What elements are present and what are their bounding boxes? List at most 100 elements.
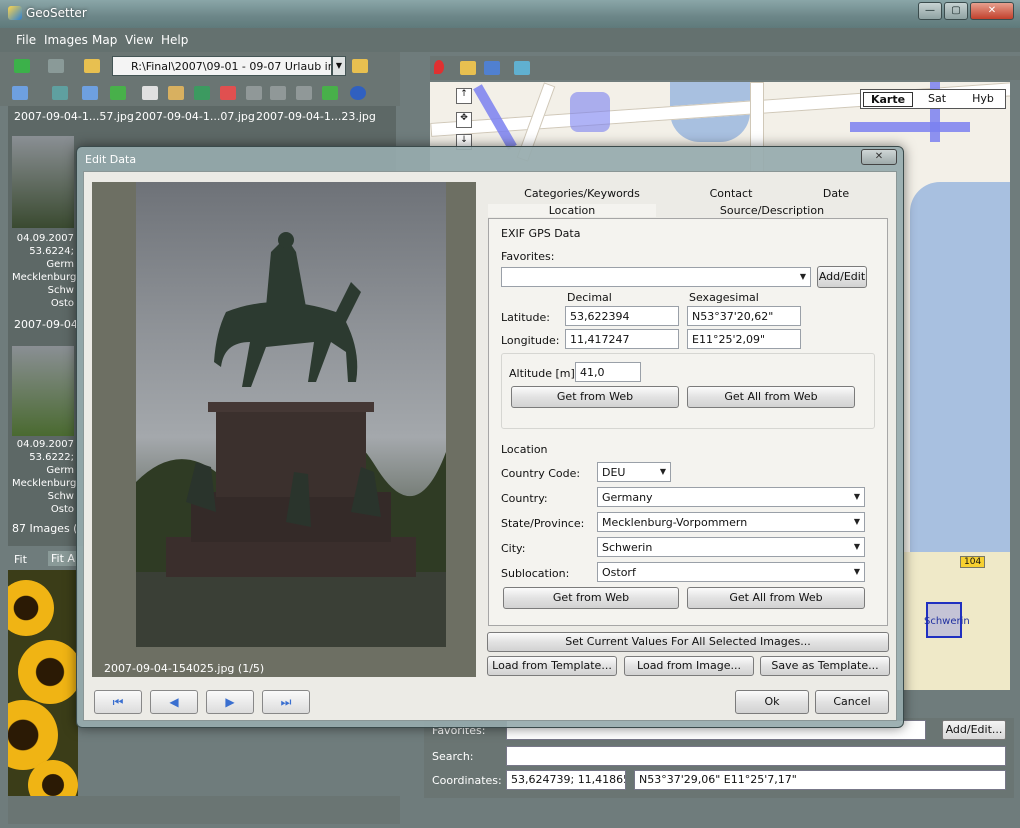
latitude-sexagesimal-field[interactable]: N53°37'20,62" xyxy=(687,306,801,326)
longitude-sexagesimal-field[interactable]: E11°25'2,09" xyxy=(687,329,801,349)
coordinates-decimal-field[interactable]: 53,624739; 11,418657 xyxy=(506,770,626,790)
menu-view[interactable]: View xyxy=(125,33,153,47)
latitude-label: Latitude: xyxy=(501,311,550,324)
city-select[interactable]: Schwerin xyxy=(597,537,865,557)
cancel-button[interactable]: Cancel xyxy=(815,690,889,714)
previous-image-button[interactable]: ◀ xyxy=(150,690,198,714)
globe-icon[interactable] xyxy=(194,86,210,100)
thumbnail-name[interactable]: 2007-09-04-1...57.jpg xyxy=(14,110,134,123)
left-status-area xyxy=(8,796,400,824)
edit-icon[interactable] xyxy=(168,86,184,100)
sexagesimal-header: Sexagesimal xyxy=(689,291,759,304)
altitude-field[interactable]: 41,0 xyxy=(575,362,641,382)
fit-button[interactable]: Fit xyxy=(14,553,27,566)
sublocation-select[interactable]: Ostorf xyxy=(597,562,865,582)
tree-icon[interactable] xyxy=(322,86,338,100)
tab-location[interactable]: Location xyxy=(488,204,656,217)
last-image-button[interactable]: ⏭ xyxy=(262,690,310,714)
decimal-header: Decimal xyxy=(567,291,612,304)
sort-icon[interactable] xyxy=(52,86,68,100)
next-image-button[interactable]: ▶ xyxy=(206,690,254,714)
country-select[interactable]: Germany xyxy=(597,487,865,507)
thumbnail-name[interactable]: 2007-09-04 xyxy=(14,318,78,331)
fit-toolbar: Fit Fit A xyxy=(8,550,78,570)
map-type-hyb[interactable]: Hyb xyxy=(961,92,1005,105)
tab-source-description[interactable]: Source/Description xyxy=(658,204,886,217)
folder-icon[interactable] xyxy=(84,59,100,73)
tab-date[interactable]: Date xyxy=(786,187,886,200)
load-from-image-button[interactable]: Load from Image... xyxy=(624,656,754,676)
latitude-decimal-field[interactable]: 53,622394 xyxy=(565,306,679,326)
maximize-icon[interactable]: ▢ xyxy=(944,2,968,20)
tab-contact[interactable]: Contact xyxy=(676,187,786,200)
forward-arrow-icon[interactable] xyxy=(48,59,64,73)
map-type-sat[interactable]: Sat xyxy=(915,92,959,105)
state-select[interactable]: Mecklenburg-Vorpommern xyxy=(597,512,865,532)
coordinate-panel: Favorites: Add/Edit... Search: Coordinat… xyxy=(424,718,1014,798)
country-label: Country: xyxy=(501,492,548,505)
search-input[interactable] xyxy=(506,746,1006,766)
map-type-switch: Karte Sat Hyb xyxy=(860,89,1006,109)
open-folder-icon[interactable] xyxy=(352,59,368,73)
tab-row-upper: Categories/Keywords Contact Date xyxy=(488,184,888,202)
map-car-icon[interactable] xyxy=(484,61,500,75)
gps-get-from-web-button[interactable]: Get from Web xyxy=(511,386,679,408)
map-pin-icon[interactable] xyxy=(434,60,444,74)
first-image-button[interactable]: ⏮ xyxy=(94,690,142,714)
location-group-label: Location xyxy=(501,443,548,456)
longitude-decimal-field[interactable]: 11,417247 xyxy=(565,329,679,349)
gps-get-all-from-web-button[interactable]: Get All from Web xyxy=(687,386,855,408)
photo-caption: 2007-09-04-154025.jpg (1/5) xyxy=(104,662,265,675)
calendar-icon[interactable] xyxy=(220,86,236,100)
map-toolbar xyxy=(430,56,1020,80)
tab-categories-keywords[interactable]: Categories/Keywords xyxy=(488,187,676,200)
fit-all-button[interactable]: Fit A xyxy=(48,551,78,566)
coordinates-sexagesimal-field[interactable]: N53°37'29,06" E11°25'7,17" xyxy=(634,770,1006,790)
location-tab-panel: EXIF GPS Data Favorites: Add/Edit Decima… xyxy=(488,218,888,626)
map-nav-control[interactable]: ↑ ✥ ↓ xyxy=(454,88,474,152)
menu-images[interactable]: Images xyxy=(44,33,88,47)
refresh-icon[interactable] xyxy=(110,86,126,100)
app-title: GeoSetter xyxy=(26,6,87,20)
location-get-all-from-web-button[interactable]: Get All from Web xyxy=(687,587,865,609)
thumbnail-name[interactable]: 2007-09-04-1...07.jpg xyxy=(135,110,255,123)
favorites-select[interactable] xyxy=(501,267,811,287)
save-as-template-button[interactable]: Save as Template... xyxy=(760,656,890,676)
menu-file[interactable]: File xyxy=(16,33,36,47)
set-current-values-button[interactable]: Set Current Values For All Selected Imag… xyxy=(487,632,889,652)
thumbnail-image[interactable] xyxy=(12,136,74,228)
map-zoom-icon[interactable] xyxy=(514,61,530,75)
map-type-karte[interactable]: Karte xyxy=(863,92,913,107)
comment-icon[interactable] xyxy=(142,86,158,100)
redo-icon[interactable] xyxy=(270,86,286,100)
web-icon[interactable] xyxy=(350,86,366,100)
country-code-select[interactable]: DEU xyxy=(597,462,671,482)
save-icon[interactable] xyxy=(296,86,312,100)
photo-frame: 2007-09-04-154025.jpg (1/5) xyxy=(92,182,476,677)
dialog-close-icon[interactable]: ✕ xyxy=(861,149,897,165)
thumbnail-name[interactable]: 2007-09-04-1...23.jpg xyxy=(256,110,376,123)
menu-map[interactable]: Map xyxy=(92,33,117,47)
thumbnail-info: 04.09.2007 53.6222; Germ Mecklenburg Schw Os… xyxy=(12,439,77,515)
search-label: Search: xyxy=(432,750,474,763)
ok-button[interactable]: Ok xyxy=(735,690,809,714)
exif-gps-group-label: EXIF GPS Data xyxy=(501,227,581,240)
menu-help[interactable]: Help xyxy=(161,33,188,47)
path-dropdown-icon[interactable]: ▼ xyxy=(332,56,346,76)
location-get-from-web-button[interactable]: Get from Web xyxy=(503,587,679,609)
back-arrow-icon[interactable] xyxy=(14,59,30,73)
statue-image xyxy=(136,232,446,647)
favorites-add-edit-button[interactable]: Add/Edit xyxy=(817,266,867,288)
path-input[interactable]: R:\Final\2007\09-01 - 09-07 Urlaub in Sh xyxy=(112,56,332,76)
altitude-label: Altitude [m]: xyxy=(509,367,579,380)
thumbnail-image[interactable] xyxy=(12,346,74,436)
view-icon[interactable] xyxy=(12,86,28,100)
filter-icon[interactable] xyxy=(82,86,98,100)
undo-icon[interactable] xyxy=(246,86,262,100)
close-icon[interactable]: ✕ xyxy=(970,2,1014,20)
map-add-edit-button[interactable]: Add/Edit... xyxy=(942,720,1006,740)
dialog-body: 2007-09-04-154025.jpg (1/5) ⏮ ◀ ▶ ⏭ Cate… xyxy=(83,171,897,721)
load-from-template-button[interactable]: Load from Template... xyxy=(487,656,617,676)
map-folder-icon[interactable] xyxy=(460,61,476,75)
minimize-icon[interactable]: — xyxy=(918,2,942,20)
